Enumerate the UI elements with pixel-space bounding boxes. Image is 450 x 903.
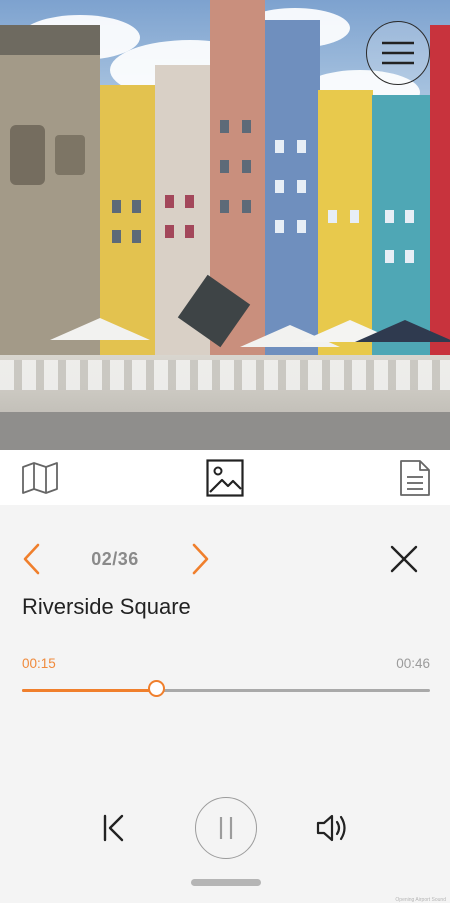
previous-stop-button[interactable] — [16, 540, 46, 578]
audio-player-panel: 02/36 Riverside Square 00:15 00:46 Openi… — [0, 505, 450, 903]
next-stop-button[interactable] — [186, 540, 216, 578]
skip-back-icon — [103, 814, 124, 842]
chevron-left-icon — [23, 543, 40, 575]
image-icon — [206, 459, 244, 497]
menu-button[interactable] — [366, 21, 430, 85]
tab-map[interactable] — [20, 458, 60, 498]
home-indicator — [191, 879, 261, 886]
map-icon — [22, 462, 58, 494]
volume-icon — [316, 814, 346, 842]
close-icon — [390, 545, 418, 573]
location-photo — [0, 0, 450, 450]
hamburger-menu-icon — [382, 41, 414, 65]
duration-time: 00:46 — [396, 656, 430, 671]
stop-counter: 02/36 — [91, 549, 139, 569]
progress-thumb[interactable] — [147, 680, 165, 697]
progress-fill — [22, 689, 157, 692]
chevron-right-icon — [192, 543, 209, 575]
progress-slider[interactable] — [22, 680, 430, 697]
tab-image[interactable] — [205, 458, 245, 498]
skip-back-button[interactable] — [95, 810, 131, 846]
pause-button[interactable] — [195, 797, 257, 859]
close-button[interactable] — [388, 543, 420, 575]
document-icon — [400, 460, 430, 496]
tab-document[interactable] — [395, 458, 435, 498]
current-time: 00:15 — [22, 656, 56, 671]
track-title: Riverside Square — [22, 594, 191, 619]
view-tabbar — [0, 450, 450, 505]
credit-text: Opening Airport Sound — [395, 897, 446, 903]
pause-icon — [219, 817, 233, 839]
volume-button[interactable] — [313, 808, 353, 848]
